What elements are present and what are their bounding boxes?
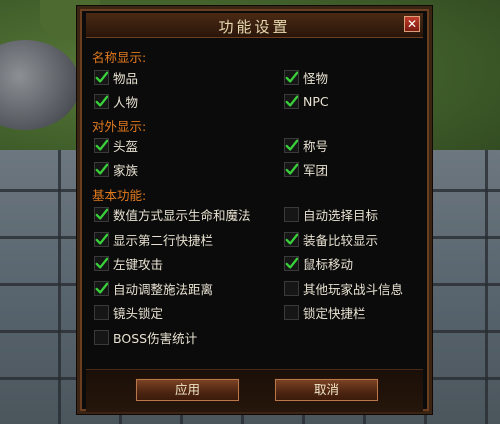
option-label: NPC [303, 93, 329, 109]
option-label: 鼠标移动 [303, 256, 354, 272]
checkmark-icon [95, 208, 108, 220]
option-label: 自动选择目标 [303, 207, 379, 223]
checkmark-icon [95, 257, 108, 269]
option-legion[interactable]: 军团 [284, 159, 328, 179]
cancel-button[interactable]: 取消 [275, 379, 378, 401]
option-mouse-move[interactable]: 鼠标移动 [284, 253, 353, 273]
checkbox[interactable] [284, 69, 299, 85]
close-button[interactable]: ✕ [404, 16, 420, 32]
checkbox[interactable] [94, 206, 109, 222]
checkmark-icon [285, 257, 298, 269]
option-family[interactable]: 家族 [94, 159, 138, 179]
checkbox[interactable] [284, 304, 299, 320]
option-camera-lock[interactable]: 镜头锁定 [94, 302, 163, 322]
option-label: 左键攻击 [113, 256, 164, 272]
checkmark-icon [95, 71, 108, 83]
section-external-display: 对外显示: [92, 119, 147, 134]
checkmark-icon [95, 139, 108, 151]
checkbox[interactable] [94, 137, 109, 153]
option-numeric-hp-mp[interactable]: 数值方式显示生命和魔法 [94, 204, 251, 224]
checkbox[interactable] [94, 329, 109, 345]
checkmark-icon [285, 139, 298, 151]
option-auto-cast-range[interactable]: 自动调整施法距离 [94, 278, 213, 298]
option-title[interactable]: 称号 [284, 135, 328, 155]
checkbox[interactable] [94, 161, 109, 177]
option-label: 称号 [303, 138, 329, 154]
checkbox[interactable] [94, 255, 109, 271]
checkmark-icon [95, 163, 108, 175]
option-label: 头盔 [113, 138, 139, 154]
checkbox[interactable] [284, 161, 299, 177]
option-equip-compare[interactable]: 装备比较显示 [284, 229, 378, 249]
option-label: 镜头锁定 [113, 305, 164, 321]
checkbox[interactable] [284, 93, 299, 109]
option-left-click-attack[interactable]: 左键攻击 [94, 253, 163, 273]
option-label: 数值方式显示生命和魔法 [113, 207, 251, 223]
checkbox[interactable] [94, 231, 109, 247]
option-label: 装备比较显示 [303, 232, 379, 248]
checkbox[interactable] [284, 137, 299, 153]
section-name-display: 名称显示: [92, 50, 147, 65]
option-label: 自动调整施法距离 [113, 281, 214, 297]
checkbox[interactable] [284, 206, 299, 222]
option-npc[interactable]: NPC [284, 91, 329, 111]
option-boss-damage-stats[interactable]: BOSS伤害统计 [94, 327, 197, 347]
option-label: 军团 [303, 162, 329, 178]
dialog-titlebar[interactable]: 功能设置 ✕ [86, 13, 423, 38]
option-label: 怪物 [303, 70, 329, 86]
settings-dialog: 功能设置 ✕ 名称显示: 物品 怪物 人物 NPC 对外显示: 头盔 称号 家族… [77, 6, 432, 414]
options-panel: 名称显示: 物品 怪物 人物 NPC 对外显示: 头盔 称号 家族 军团 基本功… [92, 45, 422, 355]
checkmark-icon [95, 233, 108, 245]
checkbox[interactable] [284, 280, 299, 296]
apply-button[interactable]: 应用 [136, 379, 239, 401]
checkmark-icon [285, 163, 298, 175]
checkmark-icon [95, 282, 108, 294]
option-other-combat-info[interactable]: 其他玩家战斗信息 [284, 278, 403, 298]
option-label: BOSS伤害统计 [113, 330, 198, 346]
option-auto-target[interactable]: 自动选择目标 [284, 204, 378, 224]
option-label: 锁定快捷栏 [303, 305, 366, 321]
option-label: 其他玩家战斗信息 [303, 281, 404, 297]
option-lock-hotbar[interactable]: 锁定快捷栏 [284, 302, 366, 322]
section-basic: 基本功能: [92, 188, 147, 203]
option-monsters[interactable]: 怪物 [284, 67, 328, 87]
option-label: 家族 [113, 162, 139, 178]
option-label: 人物 [113, 94, 139, 110]
checkbox[interactable] [94, 93, 109, 109]
checkmark-icon [285, 233, 298, 245]
option-helmet[interactable]: 头盔 [94, 135, 138, 155]
checkmark-icon [285, 95, 298, 107]
checkbox[interactable] [284, 231, 299, 247]
dialog-title: 功能设置 [218, 18, 291, 36]
option-label: 物品 [113, 70, 139, 86]
checkmark-icon [285, 71, 298, 83]
option-label: 显示第二行快捷栏 [113, 232, 214, 248]
checkbox[interactable] [284, 255, 299, 271]
checkmark-icon [95, 95, 108, 107]
checkbox[interactable] [94, 280, 109, 296]
option-players[interactable]: 人物 [94, 91, 138, 111]
checkbox[interactable] [94, 69, 109, 85]
option-items[interactable]: 物品 [94, 67, 138, 87]
checkbox[interactable] [94, 304, 109, 320]
option-second-hotbar[interactable]: 显示第二行快捷栏 [94, 229, 213, 249]
